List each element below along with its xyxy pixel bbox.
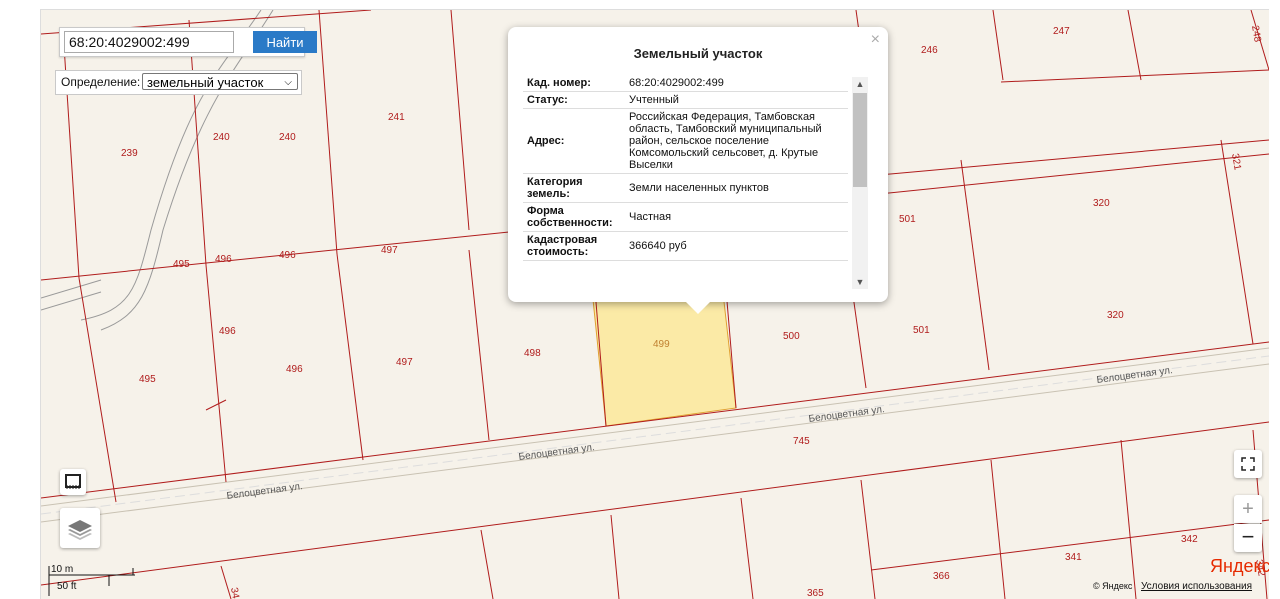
- plot-number-selected: 499: [653, 339, 670, 350]
- plot-number: 501: [899, 214, 916, 225]
- street-label: Белоцветная ул.: [808, 404, 885, 425]
- plot-number: 501: [913, 325, 930, 336]
- plot-number: 320: [1107, 310, 1124, 321]
- terms-link[interactable]: Условия использования: [1141, 581, 1252, 592]
- popup-title: Земельный участок: [633, 46, 763, 61]
- table-row: Кад. номер: 68:20:4029002:499: [523, 75, 848, 92]
- row-key: Кадастровая стоимость:: [523, 231, 625, 261]
- row-key: Форма собственности:: [523, 202, 625, 232]
- row-value: 68:20:4029002:499: [625, 75, 848, 92]
- ruler-button[interactable]: [60, 469, 86, 495]
- plot-number: 495: [139, 374, 156, 385]
- layers-icon: [68, 520, 92, 540]
- plot-number: 496: [279, 250, 296, 261]
- search-panel: Найти: [59, 27, 317, 57]
- row-key: Кад. номер:: [523, 75, 625, 92]
- plot-number: 497: [396, 357, 413, 368]
- plot-number: 498: [524, 348, 541, 359]
- fullscreen-button[interactable]: [1234, 450, 1262, 478]
- row-value: Земли населенных пунктов: [625, 173, 848, 203]
- zoom-in-button[interactable]: +: [1234, 495, 1262, 523]
- plot-info-popup: × Земельный участок Кад. номер: 68:20:402…: [508, 27, 888, 314]
- plot-number: 341: [1065, 552, 1082, 563]
- row-value: 366640 руб: [625, 231, 848, 261]
- cadastral-map[interactable]: 239 240 240 241 246 247 248 321 320 320 …: [40, 9, 1269, 599]
- definition-select[interactable]: земельный участок ⌵: [142, 73, 298, 90]
- definition-panel: Определение: земельный участок ⌵: [55, 70, 302, 95]
- table-row: Категория земель: Земли населенных пункто…: [523, 173, 848, 203]
- chevron-down-icon: ⌵: [284, 77, 292, 88]
- copyright-text: © Яндекс: [1093, 581, 1133, 591]
- zoom-out-button[interactable]: −: [1234, 524, 1262, 552]
- plot-number: 497: [381, 245, 398, 256]
- plot-number: 240: [279, 132, 296, 143]
- scroll-thumb[interactable]: [853, 93, 867, 187]
- plot-number: 320: [1093, 198, 1110, 209]
- table-row: Адрес: Российская Федерация, Тамбовская о…: [523, 108, 848, 174]
- plot-info-table: Кад. номер: 68:20:4029002:499 Статус: Учте…: [523, 75, 848, 261]
- cadastral-search-input[interactable]: [64, 31, 234, 53]
- plot-number: 366: [933, 571, 950, 582]
- row-key: Категория земель:: [523, 173, 625, 203]
- row-value: Российская Федерация, Тамбовская область…: [625, 108, 848, 174]
- street-label: Белоцветная ул.: [1096, 365, 1173, 386]
- definition-selected: земельный участок: [147, 75, 264, 90]
- plot-number: 321: [1229, 153, 1243, 172]
- find-button[interactable]: Найти: [253, 31, 317, 53]
- plot-number: 248: [1249, 25, 1263, 44]
- plot-number: 247: [1053, 26, 1070, 37]
- fullscreen-icon: [1241, 457, 1255, 471]
- row-key: Статус:: [523, 91, 625, 109]
- table-row: Статус: Учтенный: [523, 91, 848, 109]
- table-row: Форма собственности: Частная: [523, 202, 848, 232]
- plot-number: 246: [921, 45, 938, 56]
- plot-number: 500: [783, 331, 800, 342]
- plot-number: 342: [1181, 534, 1198, 545]
- street-label: Белоцветная ул.: [518, 442, 595, 463]
- yandex-logo: Яндекс: [1210, 556, 1269, 576]
- plot-number: 241: [388, 112, 405, 123]
- definition-label: Определение:: [61, 75, 141, 89]
- plot-number: 745: [793, 436, 810, 447]
- plot-number: 495: [173, 259, 190, 270]
- scale-imperial: 50 ft: [57, 581, 77, 592]
- plot-number: 34: [228, 587, 241, 599]
- popup-scrollbar[interactable]: ▲ ▼: [852, 77, 868, 289]
- popup-tail: [686, 302, 710, 314]
- road-lines: [41, 10, 274, 331]
- plot-number: 240: [213, 132, 230, 143]
- plot-number: 365: [807, 588, 824, 599]
- scroll-up-icon[interactable]: ▲: [852, 77, 868, 91]
- row-key: Адрес:: [523, 108, 625, 174]
- row-value: Учтенный: [625, 91, 848, 109]
- row-value: Частная: [625, 202, 848, 232]
- scale-metric: 10 m: [51, 564, 74, 575]
- plot-number: 496: [215, 254, 232, 265]
- street-label: Белоцветная ул.: [226, 481, 303, 502]
- plot-number: 239: [121, 148, 138, 159]
- ruler-icon: [65, 474, 81, 489]
- table-row: Кадастровая стоимость: 366640 руб: [523, 231, 848, 261]
- plot-number: 496: [286, 364, 303, 375]
- layers-button[interactable]: [60, 508, 100, 548]
- scroll-down-icon[interactable]: ▼: [852, 275, 868, 289]
- plot-number: 496: [219, 326, 236, 337]
